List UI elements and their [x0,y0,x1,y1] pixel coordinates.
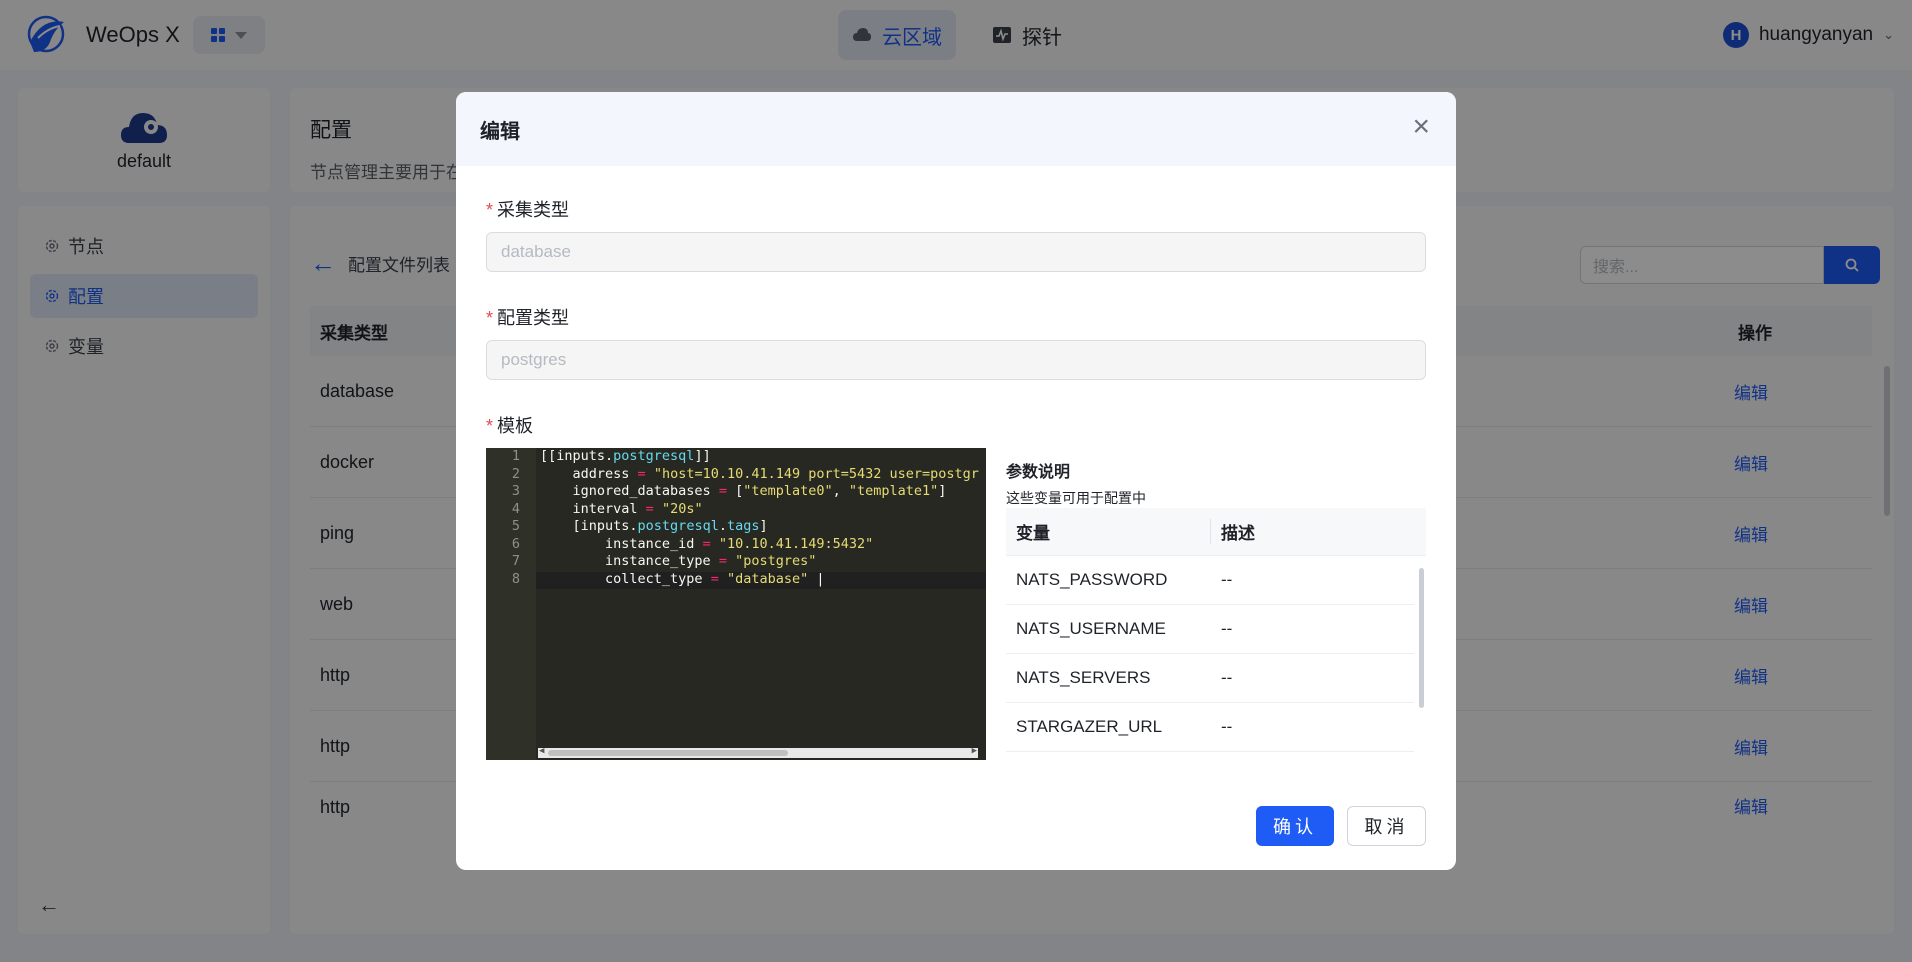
collect-type-label-text: 采集类型 [497,200,570,220]
code-line: [inputs.postgresql.tags] [540,518,768,534]
required-mark: * [486,308,494,328]
params-table: 变量 描述 NATS_PASSWORD -- NATS_USERNAME -- NA… [1006,508,1426,754]
column-header-description: 描述 [1221,524,1255,543]
line-number: 1 [511,448,520,464]
params-panel: 参数说明 这些变量可用于配置中 变量 描述 NATS_PASSWORD -- NA… [1006,448,1426,758]
line-number: 4 [511,500,520,517]
scroll-left-arrow-icon[interactable]: ◀ [539,746,544,756]
code-line: instance_id = "10.10.41.149:5432" [540,535,874,552]
close-icon[interactable]: × [1412,112,1430,142]
collect-type-label: * 采集类型 [486,196,569,222]
template-label-text: 模板 [497,416,534,436]
table-row: NATS_USERNAME -- [1006,605,1414,654]
table-row: NATS_SERVERS -- [1006,654,1414,703]
column-header-variable: 变量 [1006,519,1211,544]
dialog-title: 编辑 [480,120,520,143]
line-number: 8 [511,570,520,587]
edit-dialog: 编辑 × * 采集类型 database * 配置类型 postgres * 模板 1… [456,92,1456,870]
params-table-header: 变量 描述 [1006,508,1426,556]
line-number: 7 [511,553,520,569]
confirm-button[interactable]: 确认 [1256,806,1334,846]
params-subtitle: 这些变量可用于配置中 [1006,490,1146,506]
variable-name: NATS_USERNAME [1016,619,1166,638]
editor-horizontal-scrollbar[interactable]: ◀ ▶ [538,746,978,758]
params-scrollbar[interactable] [1419,568,1424,708]
scroll-thumb[interactable] [548,750,788,756]
code-line: interval = "20s" [540,500,703,517]
variable-name: NATS_PASSWORD [1016,570,1168,589]
params-title: 参数说明 [1006,464,1071,481]
required-mark: * [486,416,494,436]
variable-desc: -- [1221,619,1233,638]
variable-desc: -- [1221,717,1233,736]
dialog-header: 编辑 [456,92,1456,166]
config-type-label-text: 配置类型 [497,308,570,328]
code-line: [[inputs.postgresql]] [540,448,711,464]
code-editor[interactable]: 1 2 3 4 5 6 7 8 [[inputs.postgresql]] ad… [486,448,986,760]
code-line: collect_type = "database" | [540,570,825,587]
required-mark: * [486,200,494,220]
code-line: ignored_databases = ["template0", "templ… [540,483,947,499]
line-number: 2 [511,465,520,482]
table-row: NATS_PASSWORD -- [1006,556,1414,605]
code-line: address = "host=10.10.41.149 port=5432 u… [540,465,979,482]
line-number: 3 [511,483,520,499]
variable-name: NATS_SERVERS [1016,668,1151,687]
table-row: STARGAZER_URL -- [1006,703,1414,752]
code-line: instance_type = "postgres" [540,553,817,569]
config-type-field[interactable]: postgres [486,340,1426,380]
variable-name: STARGAZER_URL [1016,717,1163,736]
variable-desc: -- [1221,668,1233,687]
variable-desc: -- [1221,570,1233,589]
scroll-right-arrow-icon[interactable]: ▶ [972,746,977,756]
collect-type-field[interactable]: database [486,232,1426,272]
line-number: 6 [511,535,520,552]
template-label: * 模板 [486,412,533,438]
cancel-button[interactable]: 取消 [1347,806,1426,846]
config-type-label: * 配置类型 [486,304,569,330]
line-number: 5 [511,518,520,534]
